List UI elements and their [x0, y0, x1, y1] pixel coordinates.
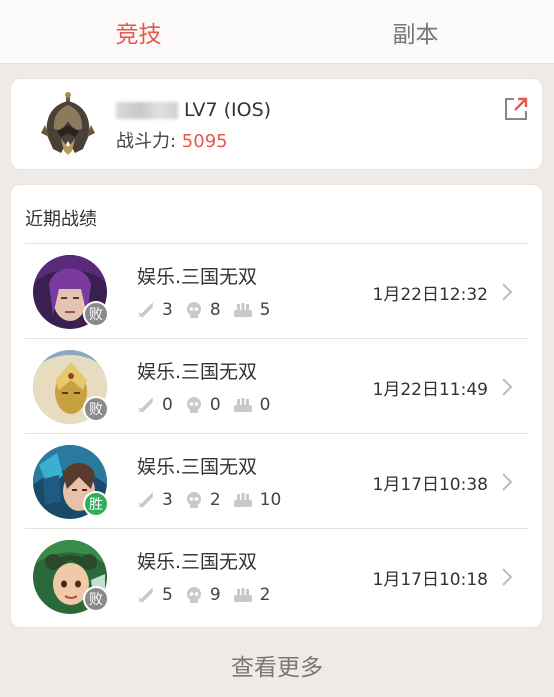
- kills-stat: 3: [137, 490, 173, 510]
- record-row[interactable]: 败 娱乐.三国无双 5 9 2 1月17日10:18: [25, 529, 528, 624]
- match-time: 1月17日10:38: [372, 475, 488, 495]
- tab-arena[interactable]: 竞技: [0, 0, 277, 63]
- handshake-icon: [233, 493, 252, 507]
- record-row[interactable]: 胜 娱乐.三国无双 3 2 10 1月17日10:38: [25, 434, 528, 529]
- chevron-right-icon: [502, 283, 513, 301]
- skull-icon: [186, 397, 201, 413]
- chevron-right-icon: [502, 378, 513, 396]
- server-name: 娱乐.三国无双: [137, 361, 258, 383]
- kills-stat: 3: [137, 300, 173, 320]
- sword-icon: [138, 397, 153, 413]
- helmet-rank-icon: [41, 92, 95, 155]
- result-badge: 败: [83, 396, 109, 422]
- deaths-stat: 8: [185, 300, 221, 320]
- record-row[interactable]: 败 娱乐.三国无双 0 0 0 1月22日11:49: [25, 339, 528, 434]
- tab-bar: 竞技 副本: [0, 0, 554, 64]
- deaths-stat: 9: [185, 585, 221, 605]
- kills-stat: 5: [137, 585, 173, 605]
- assists-stat: 10: [233, 490, 281, 510]
- assists-stat: 0: [233, 395, 270, 415]
- server-name: 娱乐.三国无双: [137, 456, 258, 478]
- match-time: 1月17日10:18: [372, 570, 488, 590]
- skull-icon: [186, 302, 201, 318]
- share-icon[interactable]: [502, 95, 530, 123]
- assists-stat: 5: [233, 300, 270, 320]
- power-row: 战斗力: 5095: [116, 127, 228, 153]
- skull-icon: [186, 492, 201, 508]
- deaths-stat: 0: [185, 395, 221, 415]
- server-name: 娱乐.三国无双: [137, 551, 258, 573]
- chevron-right-icon: [502, 568, 513, 586]
- assists-stat: 2: [233, 585, 270, 605]
- tab-dungeon[interactable]: 副本: [277, 0, 554, 63]
- records-title: 近期战绩: [25, 209, 97, 230]
- recent-records-card: 近期战绩 败 娱乐.三国无双 3 8 5 1月22日12:32 败 娱乐.三国无…: [10, 184, 543, 628]
- kda-stats: 3 8 5: [137, 300, 282, 320]
- skull-icon: [186, 587, 201, 603]
- view-more-button[interactable]: 查看更多: [0, 648, 554, 682]
- kda-stats: 3 2 10: [137, 490, 293, 510]
- player-level: LV7 (IOS): [184, 99, 272, 121]
- kills-stat: 0: [137, 395, 173, 415]
- kda-stats: 0 0 0: [137, 395, 282, 415]
- power-value: 5095: [181, 131, 228, 152]
- sword-icon: [138, 492, 153, 508]
- result-badge: 胜: [83, 491, 109, 517]
- power-label: 战斗力:: [116, 131, 182, 152]
- result-badge: 败: [83, 301, 109, 327]
- sword-icon: [138, 302, 153, 318]
- result-badge: 败: [83, 586, 109, 612]
- record-row[interactable]: 败 娱乐.三国无双 3 8 5 1月22日12:32: [25, 244, 528, 339]
- kda-stats: 5 9 2: [137, 585, 282, 605]
- match-time: 1月22日12:32: [372, 285, 488, 305]
- sword-icon: [138, 587, 153, 603]
- handshake-icon: [233, 398, 252, 412]
- deaths-stat: 2: [185, 490, 221, 510]
- player-name-blurred: [116, 101, 178, 119]
- handshake-icon: [233, 303, 252, 317]
- chevron-right-icon: [502, 473, 513, 491]
- handshake-icon: [233, 588, 252, 602]
- server-name: 娱乐.三国无双: [137, 266, 258, 288]
- profile-card: LV7 (IOS) 战斗力: 5095: [10, 78, 543, 170]
- player-name-row: LV7 (IOS): [116, 99, 271, 121]
- match-time: 1月22日11:49: [372, 380, 488, 400]
